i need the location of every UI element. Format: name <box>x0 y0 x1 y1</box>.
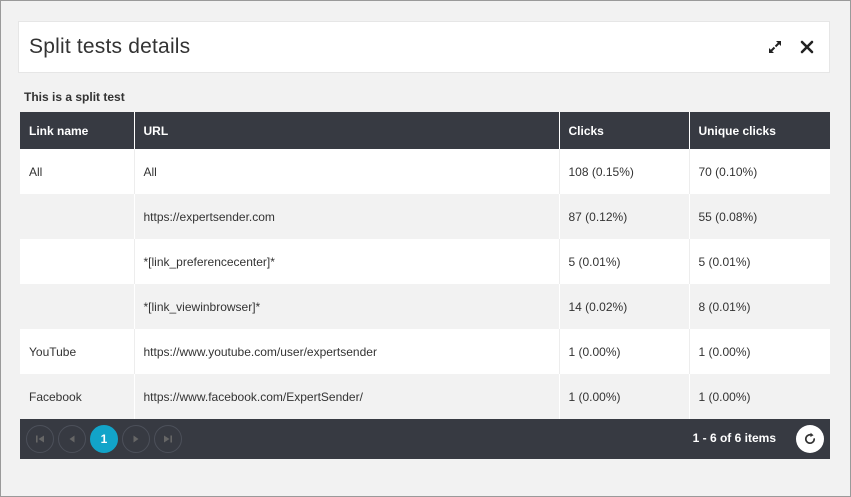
first-page-icon[interactable] <box>26 425 54 453</box>
cell-unique-clicks: 70 (0.10%) <box>689 149 830 194</box>
next-page-icon[interactable] <box>122 425 150 453</box>
pager-info: 1 - 6 of 6 items <box>692 431 776 445</box>
close-icon[interactable] <box>796 36 818 58</box>
cell-unique-clicks: 8 (0.01%) <box>689 284 830 329</box>
cell-url: *[link_viewinbrowser]* <box>134 284 560 329</box>
dialog-header: Split tests details <box>18 21 830 73</box>
cell-url: All <box>134 149 560 194</box>
column-header-url[interactable]: URL <box>134 112 560 149</box>
split-test-table: Link name URL Clicks Unique clicks All A… <box>20 112 830 419</box>
cell-url: https://expertsender.com <box>134 194 560 239</box>
cell-link-name <box>20 194 135 239</box>
table-row: YouTube https://www.youtube.com/user/exp… <box>20 329 830 374</box>
table-row: All All 108 (0.15%) 70 (0.10%) <box>20 149 830 194</box>
page-button-current[interactable]: 1 <box>90 425 118 453</box>
pager: 1 1 - 6 of 6 items <box>20 419 830 459</box>
cell-clicks: 87 (0.12%) <box>559 194 690 239</box>
previous-page-icon[interactable] <box>58 425 86 453</box>
table-header-row: Link name URL Clicks Unique clicks <box>20 112 830 149</box>
cell-link-name: YouTube <box>20 329 135 374</box>
cell-clicks: 5 (0.01%) <box>559 239 690 284</box>
table-row: https://expertsender.com 87 (0.12%) 55 (… <box>20 194 830 239</box>
cell-link-name <box>20 239 135 284</box>
refresh-icon[interactable] <box>796 425 824 453</box>
cell-unique-clicks: 55 (0.08%) <box>689 194 830 239</box>
last-page-icon[interactable] <box>154 425 182 453</box>
cell-clicks: 14 (0.02%) <box>559 284 690 329</box>
cell-unique-clicks: 1 (0.00%) <box>689 374 830 419</box>
column-header-clicks[interactable]: Clicks <box>559 112 690 149</box>
table-row: *[link_preferencecenter]* 5 (0.01%) 5 (0… <box>20 239 830 284</box>
cell-url: https://www.facebook.com/ExpertSender/ <box>134 374 560 419</box>
cell-unique-clicks: 1 (0.00%) <box>689 329 830 374</box>
cell-clicks: 1 (0.00%) <box>559 374 690 419</box>
cell-url: *[link_preferencecenter]* <box>134 239 560 284</box>
cell-url: https://www.youtube.com/user/expertsende… <box>134 329 560 374</box>
table-row: *[link_viewinbrowser]* 14 (0.02%) 8 (0.0… <box>20 284 830 329</box>
cell-clicks: 108 (0.15%) <box>559 149 690 194</box>
split-test-subtitle: This is a split test <box>24 90 125 104</box>
cell-link-name <box>20 284 135 329</box>
cell-unique-clicks: 5 (0.01%) <box>689 239 830 284</box>
cell-clicks: 1 (0.00%) <box>559 329 690 374</box>
column-header-unique-clicks[interactable]: Unique clicks <box>689 112 830 149</box>
column-header-link-name[interactable]: Link name <box>20 112 135 149</box>
cell-link-name: Facebook <box>20 374 135 419</box>
expand-icon[interactable] <box>764 36 786 58</box>
cell-link-name: All <box>20 149 135 194</box>
table-row: Facebook https://www.facebook.com/Expert… <box>20 374 830 419</box>
dialog-title: Split tests details <box>29 35 191 58</box>
